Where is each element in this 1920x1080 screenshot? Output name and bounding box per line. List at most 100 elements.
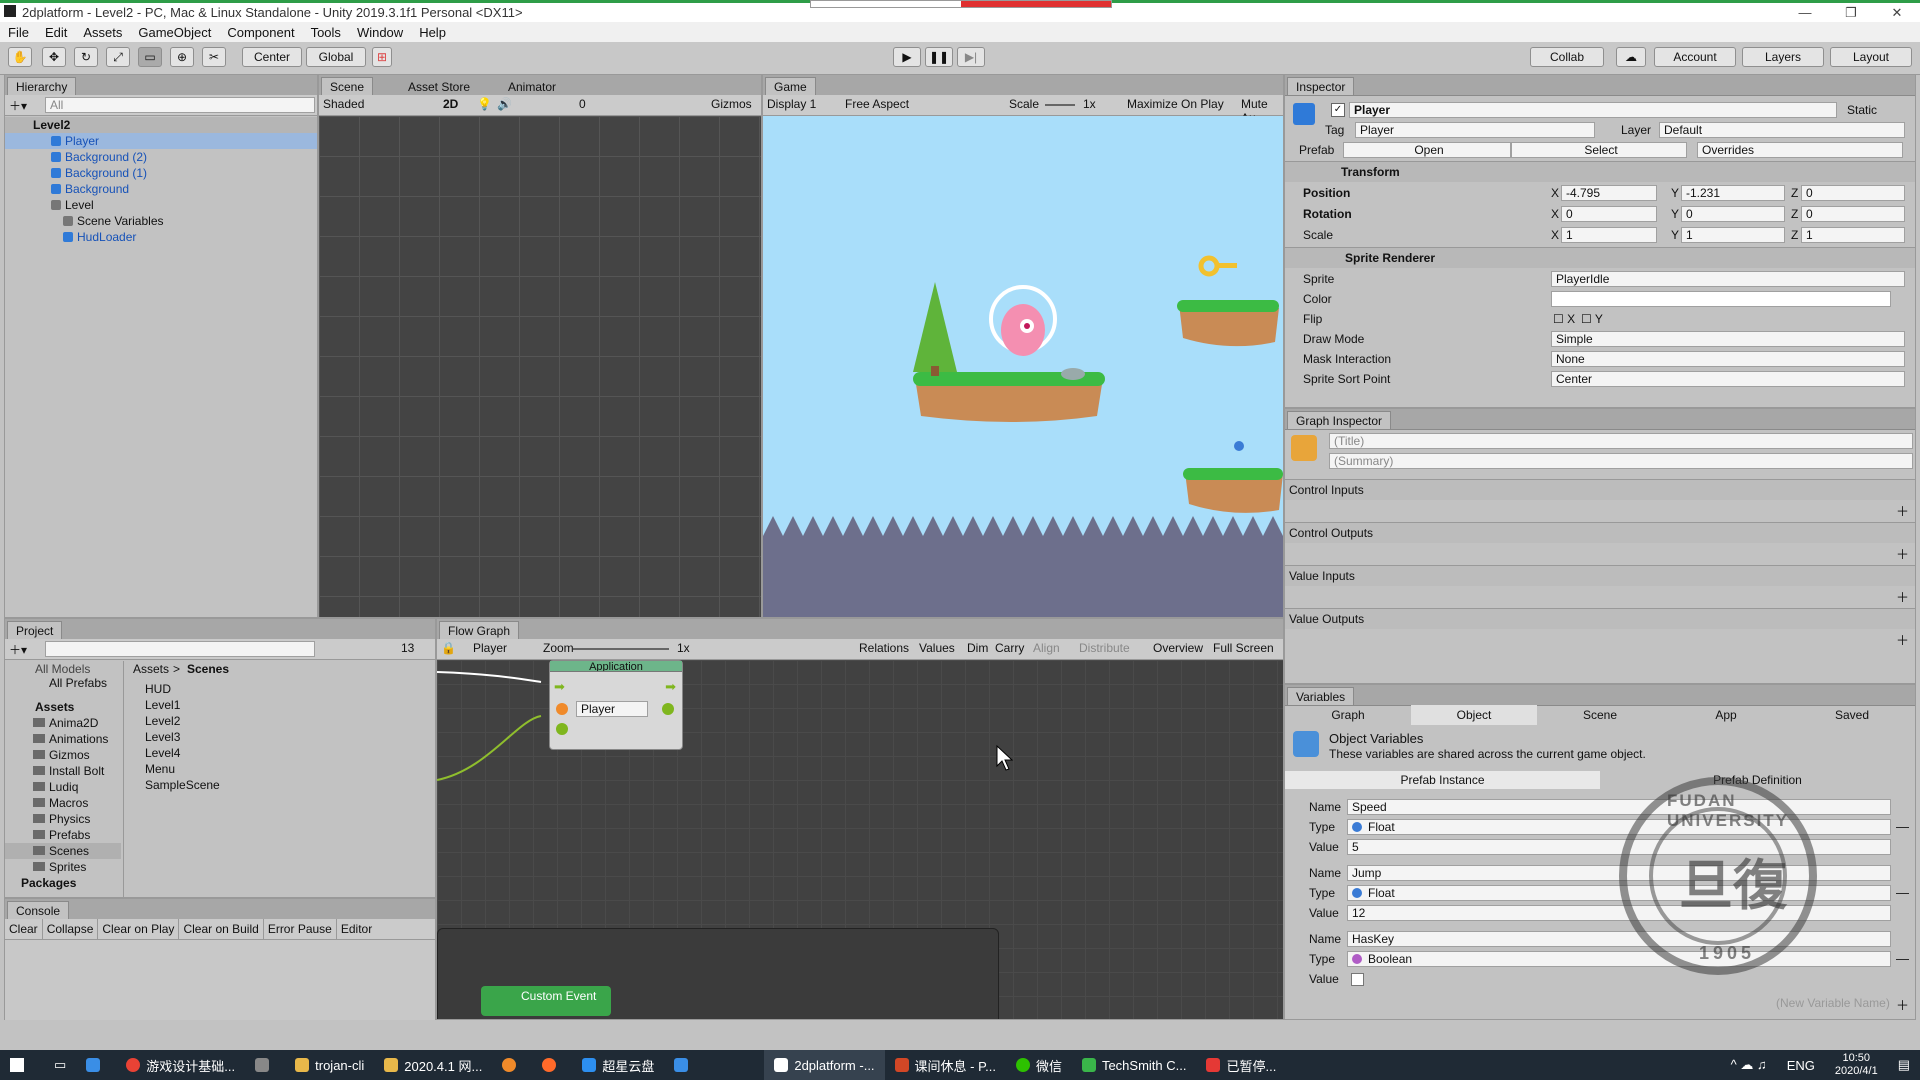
scale-y-input[interactable]: 1 — [1681, 227, 1785, 243]
active-checkbox[interactable]: ✓ — [1331, 103, 1345, 117]
gizmos-dropdown[interactable]: Gizmos — [711, 97, 752, 111]
folder-ludiq[interactable]: Ludiq — [33, 779, 78, 795]
step-button[interactable]: ▶| — [957, 47, 985, 67]
folder-animations[interactable]: Animations — [33, 731, 108, 747]
value-output-port-icon[interactable] — [662, 703, 674, 715]
scene-file-level2[interactable]: Level2 — [145, 713, 180, 729]
menu-help[interactable]: Help — [419, 25, 446, 40]
layers-dropdown[interactable]: Layers — [1742, 47, 1824, 67]
mask-interaction-dropdown[interactable]: None — [1551, 351, 1905, 367]
scene-canvas[interactable] — [319, 116, 761, 617]
aspect-dropdown[interactable]: Free Aspect — [845, 97, 909, 111]
hidden-packages-count[interactable]: 13 — [401, 641, 414, 655]
folder-macros[interactable]: Macros — [33, 795, 88, 811]
remove-variable-icon[interactable]: — — [1896, 885, 1909, 900]
audio-icon[interactable]: 🔊 — [497, 97, 512, 111]
rotation-y-input[interactable]: 0 — [1681, 206, 1785, 222]
folder-physics[interactable]: Physics — [33, 811, 90, 827]
project-search-input[interactable] — [45, 641, 315, 657]
scope-tab-object[interactable]: Object — [1411, 705, 1537, 725]
assets-root[interactable]: Assets — [35, 699, 74, 715]
scene-file-samplescene[interactable]: SampleScene — [145, 777, 220, 793]
scene-file-level4[interactable]: Level4 — [145, 745, 180, 761]
flow-output-port-icon[interactable]: ➡ — [665, 679, 676, 695]
folder-scenes[interactable]: Scenes — [5, 843, 121, 859]
scope-tab-scene[interactable]: Scene — [1537, 705, 1663, 725]
prefab-overrides-dropdown[interactable]: Overrides — [1697, 142, 1903, 158]
layout-dropdown[interactable]: Layout — [1830, 47, 1912, 67]
menu-file[interactable]: File — [8, 25, 29, 40]
taskbar-item-chrome[interactable]: 游戏设计基础... — [116, 1050, 245, 1080]
clock[interactable]: 10:50 2020/4/1 — [1825, 1050, 1888, 1080]
console-collapse-button[interactable]: Collapse — [43, 919, 99, 939]
overview-button[interactable]: Overview — [1153, 641, 1203, 655]
var-haskey-value-checkbox[interactable] — [1351, 973, 1364, 986]
target-port-icon[interactable] — [556, 703, 568, 715]
sprite-renderer-header[interactable]: Sprite Renderer — [1285, 247, 1915, 268]
tag-dropdown[interactable]: Player — [1355, 122, 1595, 138]
2d-toggle[interactable]: 2D — [443, 97, 458, 111]
remove-variable-icon[interactable]: — — [1896, 819, 1909, 834]
scene-file-level3[interactable]: Level3 — [145, 729, 180, 745]
taskbar-item-wechat[interactable]: 微信 — [1006, 1050, 1072, 1080]
taskbar-item-blender[interactable] — [492, 1050, 532, 1080]
input-language[interactable]: ENG — [1777, 1050, 1825, 1080]
folder-gizmos[interactable]: Gizmos — [33, 747, 90, 763]
graph-target-label[interactable]: Player — [473, 641, 507, 655]
tab-prefab-instance[interactable]: Prefab Instance — [1285, 771, 1600, 789]
favorites-all-prefabs[interactable]: All Prefabs — [49, 675, 107, 691]
hierarchy-search-input[interactable]: All — [45, 97, 315, 113]
new-variable-name-input[interactable]: (New Variable Name) — [1771, 995, 1891, 1011]
scene-file-hud[interactable]: HUD — [145, 681, 171, 697]
add-icon[interactable]: ＋ — [1896, 587, 1909, 606]
position-y-input[interactable]: -1.231 — [1681, 185, 1785, 201]
display-dropdown[interactable]: Display 1 — [767, 97, 816, 111]
packages-root[interactable]: Packages — [21, 875, 76, 891]
hierarchy-item-player[interactable]: Player — [5, 133, 317, 149]
tab-inspector[interactable]: Inspector — [1287, 77, 1355, 95]
scope-tab-saved[interactable]: Saved — [1789, 705, 1915, 725]
scope-tab-app[interactable]: App — [1663, 705, 1789, 725]
maximize-on-play-toggle[interactable]: Maximize On Play — [1127, 97, 1224, 111]
static-toggle[interactable]: Static — [1847, 102, 1877, 118]
rect-tool-icon[interactable]: ▭ — [138, 47, 162, 67]
var-speed-name-input[interactable]: Speed — [1347, 799, 1891, 815]
application-node[interactable]: Application ➡ ➡ Player — [549, 660, 683, 750]
close-button[interactable]: ✕ — [1874, 3, 1920, 23]
var-haskey-type-dropdown[interactable]: Boolean — [1347, 951, 1891, 967]
hand-tool-icon[interactable]: ✋ — [8, 47, 32, 67]
rotation-z-input[interactable]: 0 — [1801, 206, 1905, 222]
flow-input-port-icon[interactable]: ➡ — [554, 679, 565, 695]
move-tool-icon[interactable]: ✥ — [42, 47, 66, 67]
tab-hierarchy[interactable]: Hierarchy — [7, 77, 77, 95]
taskbar-item-recorder[interactable]: 已暂停... — [1196, 1050, 1286, 1080]
custom-event-node[interactable]: Custom Event — [481, 986, 611, 1016]
custom-tool-icon[interactable]: ✂ — [202, 47, 226, 67]
console-error-pause-button[interactable]: Error Pause — [264, 919, 337, 939]
account-dropdown[interactable]: Account — [1654, 47, 1736, 67]
dim-toggle[interactable]: Dim — [967, 641, 988, 655]
add-icon[interactable]: ＋ — [1896, 544, 1909, 563]
rotation-x-input[interactable]: 0 — [1561, 206, 1657, 222]
notification-icon[interactable]: ▤ — [1888, 1050, 1920, 1080]
tab-scene[interactable]: Scene — [321, 77, 374, 95]
hierarchy-item-background[interactable]: Background — [51, 181, 129, 197]
values-toggle[interactable]: Values — [919, 641, 955, 655]
hierarchy-item-scene-variables[interactable]: Scene Variables — [63, 213, 164, 229]
add-variable-icon[interactable]: ＋ — [1896, 995, 1909, 1014]
console-editor-dropdown[interactable]: Editor — [337, 919, 376, 939]
task-view-icon[interactable]: ▭ — [44, 1050, 76, 1080]
flip-y-checkbox[interactable]: ☐ Y — [1581, 311, 1603, 327]
zoom-slider[interactable] — [573, 648, 669, 650]
position-z-input[interactable]: 0 — [1801, 185, 1905, 201]
hierarchy-item-hudloader[interactable]: HudLoader — [63, 229, 136, 245]
layer-dropdown[interactable]: Default — [1659, 122, 1905, 138]
menu-component[interactable]: Component — [227, 25, 294, 40]
lock-icon[interactable]: 🔒 — [441, 641, 456, 655]
breadcrumb-scenes[interactable]: Scenes — [187, 661, 229, 677]
taskbar-item-techsmith[interactable]: TechSmith C... — [1072, 1050, 1197, 1080]
transform-tool-icon[interactable]: ⊕ — [170, 47, 194, 67]
full-screen-button[interactable]: Full Screen — [1213, 641, 1274, 655]
folder-sprites[interactable]: Sprites — [33, 859, 86, 875]
breadcrumb-assets[interactable]: Assets — [133, 661, 169, 677]
